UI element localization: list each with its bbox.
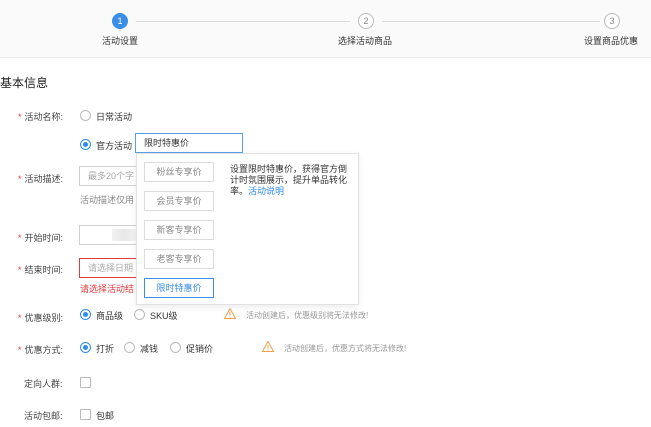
required-mark: * — [18, 265, 22, 275]
required-mark: * — [18, 345, 22, 355]
radio-sku-level-label: SKU级 — [150, 311, 178, 321]
step-1-indicator: 1 — [112, 13, 128, 29]
radio-official-activity[interactable] — [80, 139, 91, 150]
dropdown-option-new-customer-price[interactable]: 新客专享价 — [144, 220, 214, 240]
activity-desc-hint: 活动描述仅用 — [80, 195, 135, 205]
free-shipping-label: 活动包邮: — [24, 411, 63, 421]
steps-bar: 1 活动设置 2 选择活动商品 3 设置商品优惠 — [0, 0, 651, 58]
start-time-input[interactable] — [79, 225, 137, 245]
start-time-label-text: 开始时间: — [24, 233, 64, 243]
target-audience-label: 定向人群: — [24, 379, 63, 389]
step-connector — [136, 21, 350, 22]
start-time-label: * 开始时间: — [18, 231, 63, 244]
activity-desc-label: * 活动描述: — [18, 172, 63, 185]
radio-item-level-label: 商品级 — [96, 311, 124, 321]
activity-desc-input[interactable]: 最多20个字 — [79, 166, 137, 186]
section-title: 基本信息 — [0, 76, 49, 90]
warning-icon — [224, 308, 236, 319]
step-2-label: 选择活动商品 — [338, 36, 393, 46]
discount-level-label-text: 优惠级别: — [24, 313, 64, 323]
required-mark: * — [18, 313, 22, 323]
dropdown-option-old-customer-price[interactable]: 老客专享价 — [144, 249, 214, 269]
discount-method-label: * 优惠方式: — [18, 343, 63, 356]
step-2-indicator: 2 — [358, 13, 374, 29]
activity-info-link[interactable]: 活动说明 — [248, 186, 284, 196]
discount-method-warning: 活动创建后，优惠方式将无法修改! — [284, 344, 407, 353]
free-shipping-checkbox[interactable] — [80, 409, 91, 420]
end-time-input[interactable]: 请选择日期 — [79, 258, 137, 278]
end-time-label-text: 结束时间: — [24, 265, 64, 275]
dropdown-description-text: 率。 — [230, 186, 249, 196]
dropdown-description-line: 率。活动说明 — [230, 186, 354, 197]
step-3-indicator: 3 — [604, 13, 620, 29]
warning-icon — [262, 341, 274, 352]
step-3-label: 设置商品优惠 — [584, 36, 639, 46]
step-connector — [382, 21, 600, 22]
activity-name-label: * 活动名称: — [18, 110, 63, 123]
blurred-value — [112, 229, 136, 241]
radio-promo-price-label: 促销价 — [186, 344, 214, 354]
dropdown-option-member-price[interactable]: 会员专享价 — [144, 191, 214, 211]
step-1-label: 活动设置 — [102, 36, 139, 46]
dropdown-description-line: 计时氛围展示，提升单品转化 — [230, 175, 348, 185]
radio-daily-activity-label: 日常活动 — [96, 112, 133, 122]
required-mark: * — [18, 174, 22, 184]
dropdown-option-fans-price[interactable]: 粉丝专享价 — [144, 162, 214, 182]
radio-item-level[interactable] — [80, 309, 91, 320]
radio-reduce-label: 减钱 — [140, 344, 159, 354]
radio-official-activity-label: 官方活动 — [96, 141, 133, 151]
end-time-error: 请选择活动结 — [80, 284, 135, 294]
radio-discount[interactable] — [80, 342, 91, 353]
radio-reduce[interactable] — [124, 342, 135, 353]
dropdown-description: 设置限时特惠价，获得官方倒 计时氛围展示，提升单品转化 率。活动说明 — [230, 164, 354, 197]
discount-level-label: * 优惠级别: — [18, 311, 63, 324]
official-activity-select[interactable]: 限时特惠价 — [135, 133, 243, 153]
discount-level-warning: 活动创建后，优惠级别将无法修改! — [246, 311, 369, 320]
free-shipping-option-label: 包邮 — [96, 411, 115, 421]
radio-promo-price[interactable] — [170, 342, 181, 353]
required-mark: * — [18, 112, 22, 122]
radio-discount-label: 打折 — [96, 344, 115, 354]
target-audience-checkbox[interactable] — [80, 377, 91, 388]
dropdown-description-line: 设置限时特惠价，获得官方倒 — [230, 164, 348, 174]
radio-daily-activity[interactable] — [80, 110, 91, 121]
activity-type-dropdown: 粉丝专享价 会员专享价 新客专享价 老客专享价 限时特惠价 设置限时特惠价，获得… — [136, 153, 359, 305]
end-time-label: * 结束时间: — [18, 263, 63, 276]
activity-desc-label-text: 活动描述: — [24, 174, 64, 184]
required-mark: * — [18, 233, 22, 243]
discount-method-label-text: 优惠方式: — [24, 345, 64, 355]
radio-sku-level[interactable] — [134, 309, 145, 320]
dropdown-option-limited-time-price[interactable]: 限时特惠价 — [144, 278, 214, 298]
activity-name-label-text: 活动名称: — [24, 112, 64, 122]
